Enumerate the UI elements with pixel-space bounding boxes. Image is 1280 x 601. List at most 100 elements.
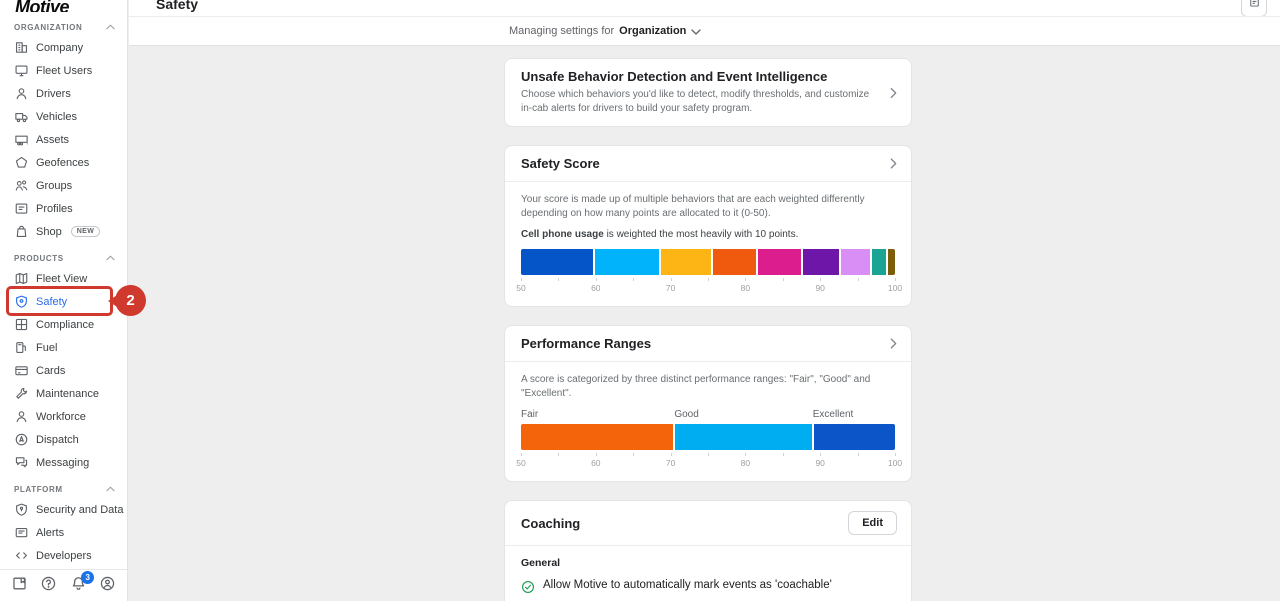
sidebar-item-workforce[interactable]: Workforce (0, 405, 127, 428)
performance-range-bar (521, 424, 895, 450)
axis-tick (858, 453, 859, 456)
score-weight-segment-7 (841, 249, 870, 275)
axis-tick (521, 278, 522, 281)
card-title: Safety Score (521, 156, 600, 171)
axis-tick (708, 278, 709, 281)
motive-logo-text: Motive (15, 0, 69, 12)
sidebar-footer: 3 (0, 569, 127, 601)
range-segment-good (675, 424, 812, 450)
sidebar-item-developers[interactable]: Developers (0, 544, 127, 567)
sidebar-item-assets[interactable]: Assets (0, 128, 127, 151)
score-weight-segment-3 (661, 249, 711, 275)
monitor-icon (14, 63, 29, 78)
notification-count-badge: 3 (81, 571, 94, 584)
axis-tick (671, 278, 672, 281)
axis-tick (596, 278, 597, 281)
annotation-step-callout: 2 (108, 285, 146, 316)
axis-tick (558, 278, 559, 281)
whats-new-box-icon (11, 575, 28, 597)
axis-tick-label: 100 (888, 458, 902, 468)
whats-new-button[interactable] (9, 576, 29, 596)
axis-tick (671, 453, 672, 456)
sidebar-item-label: Profiles (36, 203, 73, 215)
sidebar-item-label: Security and Data (36, 504, 123, 516)
sidebar-item-label: Shop (36, 226, 62, 238)
sidebar-item-drivers[interactable]: Drivers (0, 82, 127, 105)
score-weight-segment-8 (872, 249, 886, 275)
safety-score-header[interactable]: Safety Score (505, 146, 911, 181)
person-icon (14, 86, 29, 101)
account-button[interactable] (98, 576, 118, 596)
axis-tick (745, 453, 746, 456)
motive-logo[interactable]: Motive (0, 0, 127, 12)
sidebar-item-security-and-data[interactable]: Security and Data (0, 498, 127, 521)
card-title: Coaching (521, 516, 580, 531)
range-label-good: Good (674, 409, 698, 420)
sidebar-item-label: Fuel (36, 342, 57, 354)
section-header-products[interactable]: PRODUCTS (0, 249, 127, 267)
managing-settings-scope: Organization (619, 25, 686, 37)
axis-tick (858, 278, 859, 281)
sidebar-item-company[interactable]: Company (0, 36, 127, 59)
card-description: Choose which behaviors you'd like to det… (521, 88, 877, 116)
new-badge: NEW (71, 226, 101, 237)
coaching-header: Coaching Edit (505, 501, 911, 545)
sidebar-item-dispatch[interactable]: Dispatch (0, 428, 127, 451)
performance-ranges-header[interactable]: Performance Ranges (505, 326, 911, 361)
sidebar-item-label: Workforce (36, 411, 86, 423)
section-label: PRODUCTS (14, 254, 64, 263)
sidebar-item-alerts[interactable]: Alerts (0, 521, 127, 544)
sidebar-item-fuel[interactable]: Fuel (0, 336, 127, 359)
sidebar-item-label: Safety (36, 296, 67, 308)
score-weight-segment-9 (888, 249, 895, 275)
safety-score-axis: 5060708090100 (521, 277, 895, 294)
help-icon (40, 575, 57, 597)
sidebar-item-groups[interactable]: Groups (0, 174, 127, 197)
edit-button[interactable]: Edit (848, 511, 897, 535)
sidebar-item-compliance[interactable]: Compliance (0, 313, 127, 336)
sidebar-item-fleet-users[interactable]: Fleet Users (0, 59, 127, 82)
axis-tick-label: 80 (741, 458, 750, 468)
axis-tick-label: 90 (815, 458, 824, 468)
weight-note-bold: Cell phone usage (521, 229, 604, 240)
page-action-button[interactable] (1241, 0, 1267, 17)
sidebar-item-geofences[interactable]: Geofences (0, 151, 127, 174)
range-segment-fair (521, 424, 673, 450)
section-header-organization[interactable]: ORGANIZATION (0, 18, 127, 36)
performance-range-labels: FairGoodExcellent (521, 409, 895, 424)
account-icon (99, 575, 116, 597)
card-title: Unsafe Behavior Detection and Event Inte… (521, 69, 877, 84)
sidebar-item-profiles[interactable]: Profiles (0, 197, 127, 220)
sidebar-item-maintenance[interactable]: Maintenance (0, 382, 127, 405)
help-button[interactable] (39, 576, 59, 596)
credit-card-icon (14, 363, 29, 378)
section-label: PLATFORM (14, 485, 63, 494)
section-label: ORGANIZATION (14, 23, 82, 32)
managing-settings-dropdown[interactable]: Managing settings for Organization (509, 25, 701, 37)
axis-tick (558, 453, 559, 456)
sidebar-item-shop[interactable]: Shop NEW (0, 220, 127, 243)
card-unsafe-behavior[interactable]: Unsafe Behavior Detection and Event Inte… (504, 58, 912, 127)
performance-range-axis: 5060708090100 (521, 452, 895, 469)
chevron-right-icon (890, 87, 897, 98)
axis-tick (633, 453, 634, 456)
card-title: Performance Ranges (521, 336, 651, 351)
section-header-platform[interactable]: PLATFORM (0, 480, 127, 498)
code-icon (14, 548, 29, 563)
sidebar-item-cards[interactable]: Cards (0, 359, 127, 382)
general-heading: General (521, 557, 895, 569)
person-icon (14, 409, 29, 424)
coachable-setting-title: Allow Motive to automatically mark event… (543, 579, 832, 599)
axis-tick-label: 50 (516, 283, 525, 293)
security-shield-icon (14, 502, 29, 517)
geofence-icon (14, 155, 29, 170)
notifications-button[interactable]: 3 (68, 576, 88, 596)
range-label-excellent: Excellent (813, 409, 854, 420)
sidebar-item-label: Fleet Users (36, 65, 92, 77)
axis-tick (820, 278, 821, 281)
sidebar-item-messaging[interactable]: Messaging (0, 451, 127, 474)
main-area: Safety Managing settings for Organizatio… (129, 0, 1280, 601)
sidebar-item-vehicles[interactable]: Vehicles (0, 105, 127, 128)
alert-message-icon (14, 525, 29, 540)
axis-tick (820, 453, 821, 456)
